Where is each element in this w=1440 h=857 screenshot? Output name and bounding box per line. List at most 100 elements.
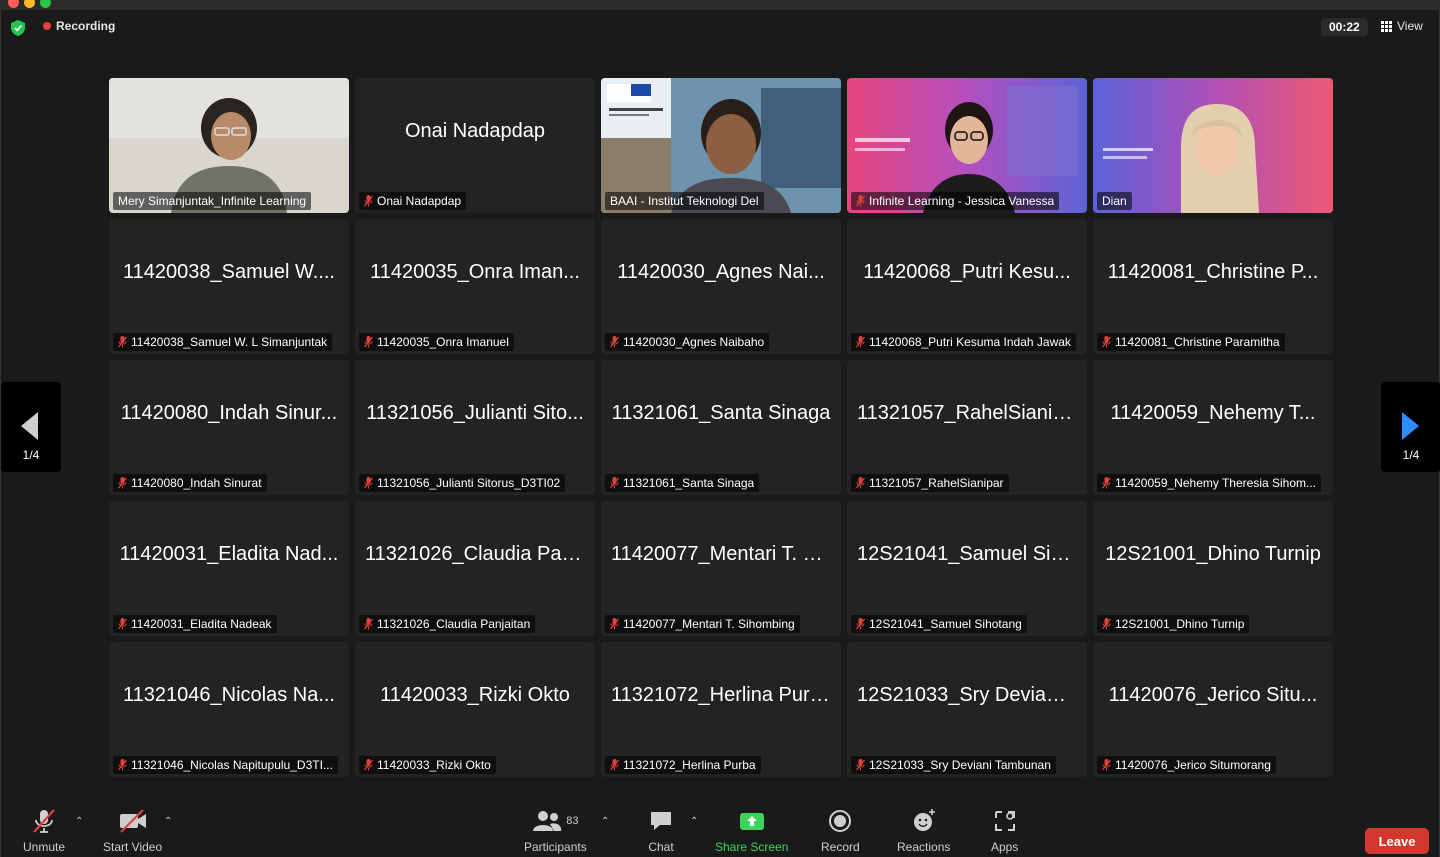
view-button[interactable]: View [1381,19,1423,33]
participant-name: 11420068_Putri Kesuma Indah Jawak [869,335,1071,349]
gallery-grid: Mery Simanjuntak_Infinite Learning Onai … [109,78,1333,777]
participant-name-label: Dian [1097,192,1132,210]
recording-dot-icon [43,22,51,30]
reactions-button[interactable]: Reactions [897,808,950,854]
participant-display-name: 12S21033_Sry Deviani... [857,684,1079,706]
apps-button[interactable]: Apps [991,808,1018,854]
participant-name-label: 12S21041_Samuel Sihotang [851,615,1027,633]
video-off-icon [119,809,146,833]
participant-tile[interactable]: 11420038_Samuel W.... 11420038_Samuel W. … [109,219,349,354]
participant-tile[interactable]: 11321026_Claudia Pan... 11321026_Claudia … [355,501,595,636]
next-page-button[interactable]: 1/4 [1381,382,1440,472]
video-tile[interactable]: Mery Simanjuntak_Infinite Learning [109,78,349,213]
participant-tile[interactable]: 11321072_Herlina Purba 11321072_Herlina P… [601,642,841,777]
participants-options-caret-icon[interactable]: ⌃ [601,816,609,827]
video-tile[interactable]: Onai Nadapdap Onai Nadapdap [355,78,595,213]
participant-tile[interactable]: 11321061_Santa Sinaga 11321061_Santa Sina… [601,360,841,495]
unmute-button[interactable]: Unmute [23,808,65,854]
view-label: View [1397,19,1423,33]
participant-tile[interactable]: 11321046_Nicolas Na... 11321046_Nicolas N… [109,642,349,777]
participant-tile[interactable]: 11420059_Nehemy T... 11420059_Nehemy Ther… [1093,360,1333,495]
muted-mic-icon [856,336,865,348]
page-indicator-left: 1/4 [22,448,40,462]
chat-options-caret-icon[interactable]: ⌃ [690,816,698,827]
participant-name: BAAI - Institut Teknologi Del [610,194,759,208]
participant-tile[interactable]: 12S21041_Samuel Sih... 12S21041_Samuel Si… [847,501,1087,636]
participant-name: 11420059_Nehemy Theresia Sihom... [1115,476,1317,490]
muted-mic-icon [610,618,619,630]
participant-name: 11321056_Julianti Sitorus_D3TI02 [377,476,561,490]
video-tile[interactable]: Dian [1093,78,1333,213]
participant-display-name: 11420038_Samuel W.... [123,261,335,283]
participant-display-name: 11420031_Eladita Nad... [119,543,339,565]
muted-mic-icon [364,195,373,207]
muted-mic-icon [364,336,373,348]
record-icon [829,810,852,832]
reactions-emoji-icon [913,809,935,831]
participant-tile[interactable]: 11420035_Onra Iman... 11420035_Onra Imanu… [355,219,595,354]
window-titlebar [0,0,1440,10]
participant-tile[interactable]: 11420033_Rizki Okto 11420033_Rizki Okto [355,642,595,777]
record-button[interactable]: Record [821,808,860,854]
muted-mic-icon [856,759,865,771]
muted-mic-icon [1102,336,1111,348]
participant-name: Dian [1102,194,1127,208]
participant-tile[interactable]: 11420030_Agnes Nai... 11420030_Agnes Naib… [601,219,841,354]
arrow-left-icon [21,412,38,440]
participant-name: 11420080_Indah Sinurat [131,476,262,490]
close-window-button[interactable] [8,0,19,8]
participant-name-label: Onai Nadapdap [359,192,467,210]
muted-mic-icon [1102,477,1111,489]
previous-page-button[interactable]: 1/4 [1,382,61,472]
muted-mic-icon [1102,618,1111,630]
participants-button[interactable]: 83 Participants [524,808,587,854]
chat-button[interactable]: Chat [648,808,674,854]
participant-tile[interactable]: 11420031_Eladita Nad... 11420031_Eladita … [109,501,349,636]
participant-name: 11321057_RahelSianipar [869,476,1004,490]
muted-mic-icon [856,195,865,207]
participant-name: 11420076_Jerico Situmorang [1115,758,1271,772]
participant-tile[interactable]: 11420081_Christine P... 11420081_Christin… [1093,219,1333,354]
participant-tile[interactable]: 11420076_Jerico Situ... 11420076_Jerico S… [1093,642,1333,777]
start-video-button[interactable]: Start Video [103,808,162,854]
participant-tile[interactable]: 11420080_Indah Sinur... 11420080_Indah Si… [109,360,349,495]
participant-name: 11321046_Nicolas Napitupulu_D3TI... [131,758,333,772]
recording-indicator[interactable]: Recording [43,19,115,33]
muted-mic-icon [118,336,127,348]
participant-name: 11420077_Mentari T. Sihombing [623,617,795,631]
participant-display-name: 11420081_Christine P... [1107,261,1319,283]
audio-options-caret-icon[interactable]: ⌃ [75,816,83,827]
participants-label: Participants [524,840,587,854]
participant-tile[interactable]: 11420068_Putri Kesu... 11420068_Putri Kes… [847,219,1087,354]
video-tile-active-speaker[interactable]: BAAI - Institut Teknologi Del [601,78,841,213]
share-screen-button[interactable]: Share Screen [715,808,788,854]
apps-label: Apps [991,840,1019,854]
participant-name: Infinite Learning - Jessica Vanessa [869,194,1055,208]
participant-tile[interactable]: 11321056_Julianti Sito... 11321056_Julian… [355,360,595,495]
participant-tile[interactable]: 11420077_Mentari T. S... 11420077_Mentari… [601,501,841,636]
participant-name: 11321026_Claudia Panjaitan [377,617,531,631]
participant-display-name: 11420068_Putri Kesu... [863,261,1071,283]
muted-mic-icon [610,477,619,489]
chat-label: Chat [648,840,674,854]
participant-display-name: 11321072_Herlina Purba [611,684,832,706]
participant-display-name: 12S21041_Samuel Sih... [857,543,1079,565]
participant-name: 11420033_Rizki Okto [377,758,491,772]
participant-tile[interactable]: 12S21033_Sry Deviani... 12S21033_Sry Devi… [847,642,1087,777]
participant-display-name: 11321056_Julianti Sito... [366,402,584,424]
leave-button[interactable]: Leave [1365,828,1429,854]
muted-mic-icon [1102,759,1111,771]
participant-display-name: 11420030_Agnes Nai... [617,261,825,283]
zoom-window-button[interactable] [40,0,51,8]
participant-name-label: 12S21001_Dhino Turnip [1097,615,1250,633]
participant-tile[interactable]: 12S21001_Dhino Turnip 12S21001_Dhino Turn… [1093,501,1333,636]
video-options-caret-icon[interactable]: ⌃ [164,816,172,827]
participant-display-name: 11321061_Santa Sinaga [611,402,831,424]
minimize-window-button[interactable] [24,0,35,8]
video-tile[interactable]: Infinite Learning - Jessica Vanessa [847,78,1087,213]
muted-mic-icon [610,336,619,348]
participant-name-label: 11420068_Putri Kesuma Indah Jawak [851,333,1076,351]
meeting-timer: 00:22 [1321,18,1368,36]
participant-tile[interactable]: 11321057_RahelSianipar 11321057_RahelSian… [847,360,1087,495]
security-shield-icon[interactable] [11,20,25,36]
